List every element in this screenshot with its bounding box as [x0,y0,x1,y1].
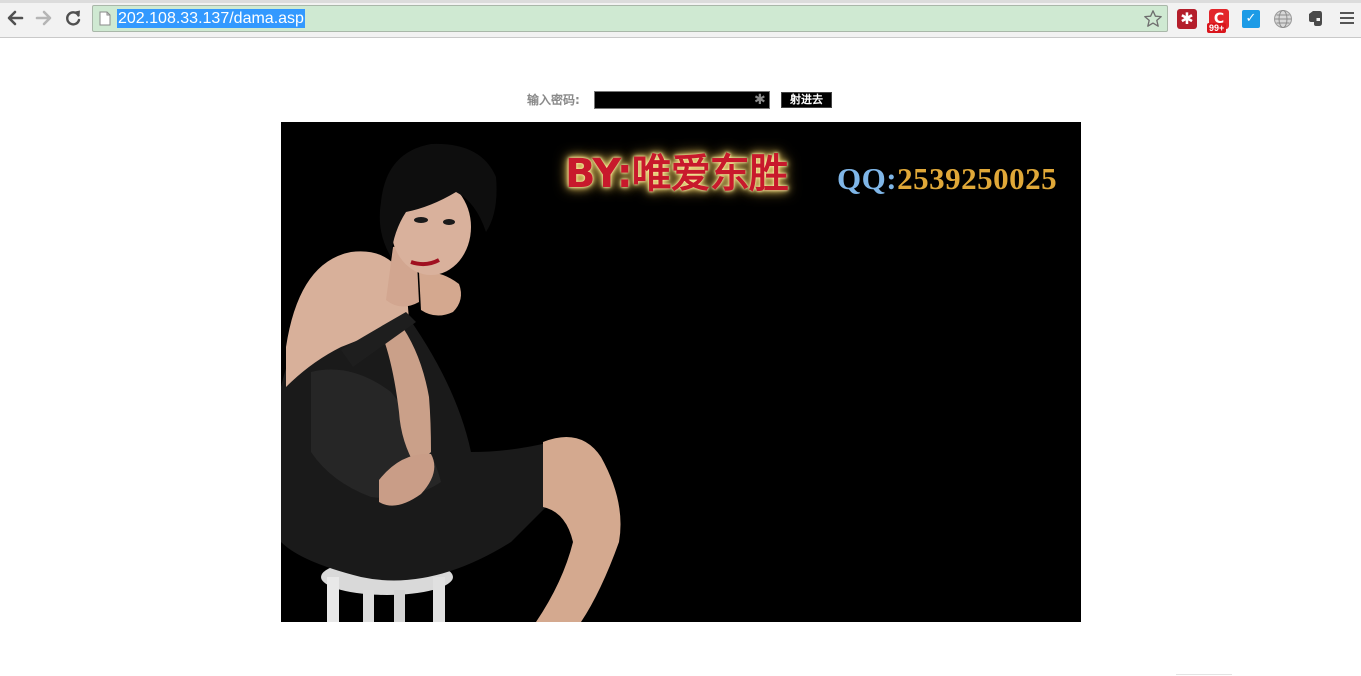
back-button[interactable] [4,7,26,29]
notification-badge: 99+ [1207,23,1227,33]
elephant-icon [1309,11,1322,26]
password-label: 输入密码: [527,93,580,107]
forward-button[interactable] [33,7,55,29]
reload-icon [66,10,81,26]
reload-button[interactable] [62,7,84,29]
qq-number: 2539250025 [897,161,1058,196]
star-icon[interactable] [1143,9,1163,29]
qq-contact-text: QQ:2539250025 [837,161,1057,197]
submit-button[interactable]: 射进去 [781,92,832,108]
browser-toolbar: 202.108.33.137/dama.asp ✱ C 99+ ✓ [0,0,1361,38]
tab-strip [0,0,1361,3]
back-arrow-icon [7,10,24,26]
globe-extension-icon[interactable] [1273,9,1293,29]
divider [1176,674,1232,675]
forward-arrow-icon [35,10,52,26]
evernote-extension-icon[interactable] [1305,9,1325,29]
check-extension-icon[interactable]: ✓ [1242,10,1260,28]
by-watermark-text: BY:唯爱东胜 [565,151,789,197]
globe-icon [1274,10,1292,28]
asterisk-icon: ✱ [754,92,766,108]
address-bar[interactable]: 202.108.33.137/dama.asp [92,5,1168,32]
hamburger-menu-icon[interactable] [1340,10,1354,26]
url-text[interactable]: 202.108.33.137/dama.asp [117,9,305,28]
qq-prefix: QQ: [837,161,898,196]
banner-image: BY:唯爱东胜 QQ:2539250025 [281,122,1081,622]
password-input[interactable] [594,91,770,109]
page-icon [99,11,111,26]
red-asterisk-extension-icon[interactable]: ✱ [1177,9,1197,29]
